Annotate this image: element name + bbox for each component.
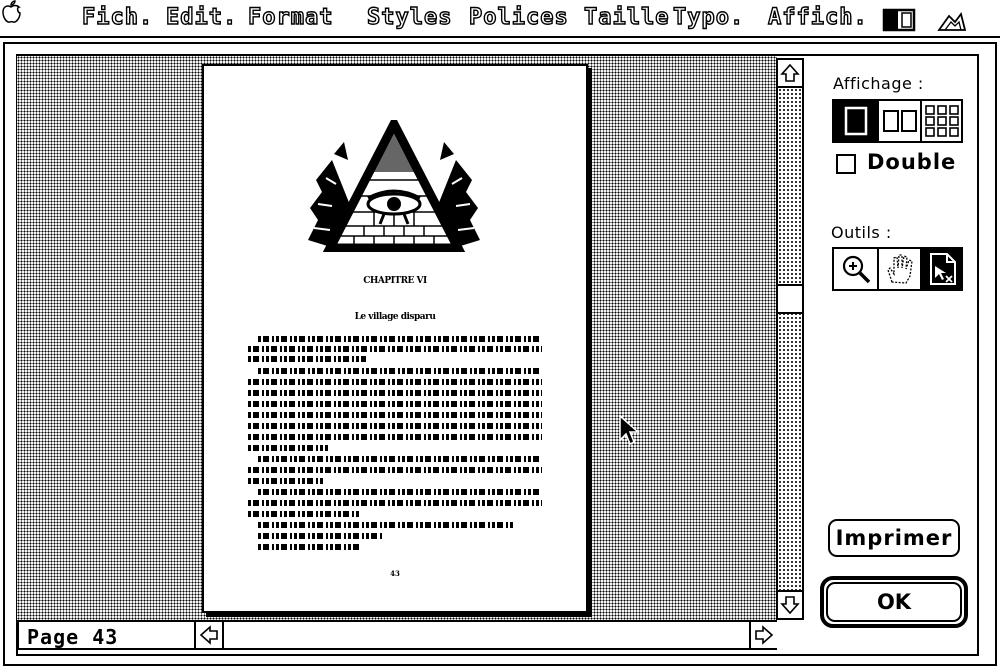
menu-polices[interactable]: Polices — [468, 4, 569, 31]
two-page-mode-button[interactable] — [877, 101, 920, 141]
tools-group — [832, 247, 963, 291]
scroll-up-button[interactable] — [778, 60, 802, 86]
single-page-mode-button[interactable] — [834, 101, 877, 141]
arrow-right-icon — [755, 625, 774, 645]
arrow-up-icon — [780, 63, 800, 82]
drawing-tool-icon[interactable] — [937, 10, 967, 32]
vertical-scrollbar[interactable] — [776, 58, 804, 620]
menu-edition[interactable]: Edit. — [165, 4, 237, 31]
menu-bar: Fich. Edit. Format Styles Polices Taille… — [0, 0, 1000, 38]
page-select-icon — [929, 253, 956, 285]
two-page-icon — [882, 110, 917, 132]
menu-styles[interactable]: Styles — [366, 4, 452, 31]
display-label: Affichage : — [833, 74, 924, 93]
zoom-icon — [842, 255, 870, 284]
scroll-thumb[interactable] — [778, 284, 802, 314]
page-number: 43 — [390, 569, 400, 578]
page-select-tool-button[interactable] — [920, 249, 961, 289]
display-mode-group — [832, 99, 963, 143]
apple-icon[interactable] — [0, 0, 22, 24]
thumbnails-mode-button[interactable] — [920, 101, 961, 141]
preview-page: CHAPITRE VI Le village disparu 43 — [202, 64, 588, 613]
scroll-track[interactable] — [778, 86, 802, 592]
print-button[interactable]: Imprimer — [828, 519, 960, 557]
scroll-right-button[interactable] — [749, 622, 777, 648]
single-page-icon — [844, 106, 867, 136]
zoom-tool-button[interactable] — [834, 249, 877, 289]
chapter-heading: CHAPITRE VI — [363, 276, 427, 286]
menu-fichier[interactable]: Fich. — [81, 4, 153, 31]
hand-icon — [886, 254, 913, 284]
hand-tool-button[interactable] — [877, 249, 920, 289]
status-bar: Page 43 — [17, 620, 777, 650]
ok-button[interactable]: OK — [826, 582, 962, 622]
tools-label: Outils : — [831, 223, 892, 242]
page-indicator: Page 43 — [27, 625, 119, 649]
menu-format[interactable]: Format — [247, 4, 333, 31]
double-checkbox[interactable] — [836, 154, 856, 174]
mouse-pointer-icon — [619, 414, 640, 446]
scroll-left-button[interactable] — [194, 622, 224, 648]
menu-affichage[interactable]: Affich. — [767, 4, 868, 31]
menu-typo[interactable]: Typo. — [672, 4, 744, 31]
thumbnails-icon — [924, 105, 959, 137]
double-label[interactable]: Double — [867, 150, 956, 174]
scroll-down-button[interactable] — [778, 592, 802, 618]
split-view-icon[interactable] — [882, 8, 916, 32]
arrow-down-icon — [780, 596, 800, 615]
pyramid-eye-illustration — [308, 120, 480, 252]
menu-taille[interactable]: Taille — [583, 4, 669, 31]
arrow-left-icon — [199, 625, 218, 645]
chapter-title: Le village disparu — [354, 312, 436, 322]
